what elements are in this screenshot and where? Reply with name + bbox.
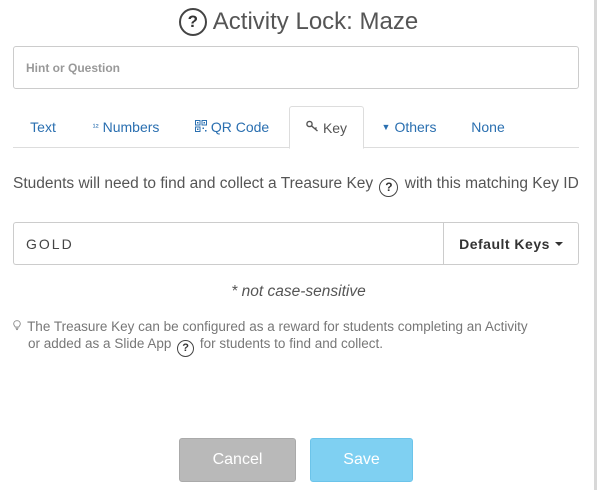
dialog-title: Activity Lock: Maze xyxy=(212,8,419,35)
cancel-button[interactable]: Cancel xyxy=(179,438,296,482)
dialog-header: ? Activity Lock: Maze xyxy=(0,8,597,36)
default-keys-dropdown[interactable]: Default Keys xyxy=(443,222,579,265)
tab-key-label: Key xyxy=(322,119,348,136)
lightbulb-icon xyxy=(13,320,24,334)
tab-key[interactable]: Key xyxy=(289,106,364,149)
save-button[interactable]: Save xyxy=(310,438,413,482)
tab-others-label: Others xyxy=(394,119,437,135)
dropdown-caret-icon xyxy=(554,241,563,246)
caret-down-icon: ▼ xyxy=(381,122,391,132)
treasure-key-help-icon[interactable]: ? xyxy=(379,177,399,197)
tab-text-label: Text xyxy=(30,119,56,135)
instructions-after: with this matching Key ID xyxy=(404,175,579,192)
tab-qr-code[interactable]: QR Code xyxy=(185,106,279,148)
tab-others[interactable]: ▼ Others xyxy=(373,106,445,148)
instructions-before: Students will need to find and collect a… xyxy=(13,175,374,192)
key-id-input[interactable] xyxy=(13,222,443,265)
lock-type-tabs: Text ¹² Numbers QR Code Key ▼ Others Non… xyxy=(13,106,579,149)
instructions-text: Students will need to find and collect a… xyxy=(13,175,583,197)
tab-numbers-label: Numbers xyxy=(102,119,160,135)
slide-app-help-icon[interactable]: ? xyxy=(177,339,195,357)
tab-none-label: None xyxy=(471,119,505,135)
tab-none[interactable]: None xyxy=(462,106,514,148)
tab-numbers[interactable]: ¹² Numbers xyxy=(76,106,176,148)
info-note: The Treasure Key can be configured as a … xyxy=(13,319,573,357)
key-id-group: Default Keys xyxy=(13,222,579,265)
case-sensitivity-note: * not case-sensitive xyxy=(231,283,366,300)
tab-qr-code-label: QR Code xyxy=(210,119,270,135)
tab-text[interactable]: Text xyxy=(13,106,73,148)
hint-question-input[interactable] xyxy=(13,46,579,89)
numbers-icon: ¹² xyxy=(92,122,99,132)
key-icon xyxy=(306,120,319,135)
default-keys-label: Default Keys xyxy=(459,235,550,252)
info-line-1: The Treasure Key can be configured as a … xyxy=(27,319,528,334)
help-icon[interactable]: ? xyxy=(178,8,207,36)
info-line-2-after: for students to find and collect. xyxy=(199,336,383,351)
qr-code-icon xyxy=(194,119,207,135)
info-line-2-before: or added as a Slide App xyxy=(28,336,172,351)
